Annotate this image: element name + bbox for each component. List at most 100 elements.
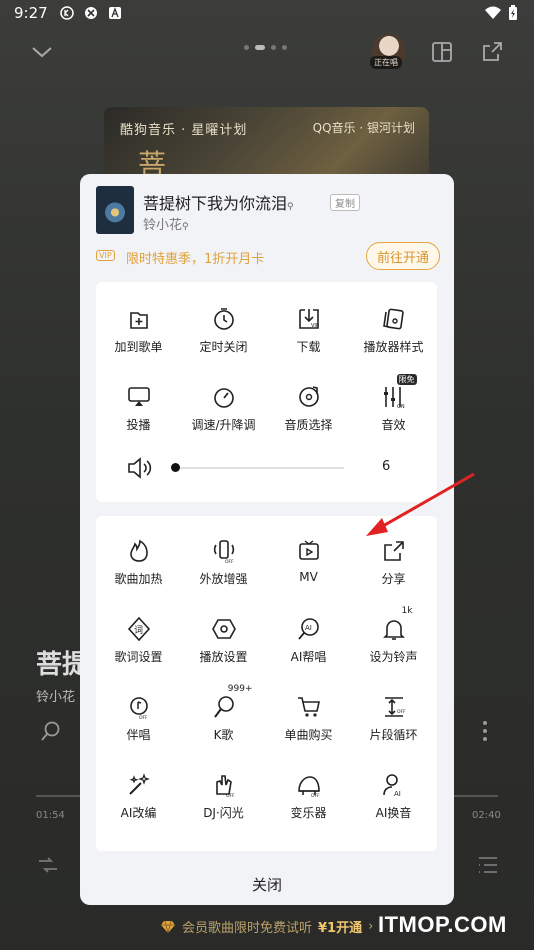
page-dot bbox=[271, 45, 276, 50]
primary-actions-grid: 加到歌单 定时关闭 VIP 下载 播放器样式投播 调速/升降调 音质选择 ON 限免音效 bbox=[96, 288, 436, 444]
player-style-icon bbox=[381, 306, 407, 332]
volume-icon[interactable] bbox=[126, 456, 152, 480]
item-label: DJ·闪光 bbox=[203, 806, 244, 820]
action-segment-loop[interactable]: OFF 片段循环 bbox=[351, 676, 436, 754]
heat-icon bbox=[126, 538, 152, 564]
a-icon bbox=[109, 7, 121, 19]
action-instrument[interactable]: OFF 变乐器 bbox=[266, 754, 351, 832]
action-speaker-boost[interactable]: OFF 外放增强 bbox=[181, 520, 266, 598]
singer-name[interactable]: 铃小花⚲ bbox=[143, 214, 189, 233]
speed-icon bbox=[211, 384, 237, 410]
svg-text:AI: AI bbox=[305, 624, 312, 632]
action-speed[interactable]: 调速/升降调 bbox=[181, 366, 266, 444]
copy-button[interactable]: 复制 bbox=[330, 194, 360, 211]
add-to-playlist-icon bbox=[126, 306, 152, 332]
item-label: AI帮唱 bbox=[290, 650, 327, 664]
playlist-icon[interactable] bbox=[476, 853, 500, 877]
cart-icon bbox=[296, 694, 322, 720]
action-play-settings[interactable]: 播放设置 bbox=[181, 598, 266, 676]
status-bar: 9:27 bbox=[0, 0, 534, 28]
action-accompany[interactable]: OFF 伴唱 bbox=[96, 676, 181, 754]
wifi-icon bbox=[485, 6, 501, 19]
item-label: K歌 bbox=[213, 728, 234, 742]
download-vip-icon: VIP bbox=[296, 306, 322, 332]
item-label: 片段循环 bbox=[369, 728, 418, 742]
item-label: AI换音 bbox=[375, 806, 412, 820]
action-heat[interactable]: 歌曲加热 bbox=[96, 520, 181, 598]
action-player-style[interactable]: 播放器样式 bbox=[351, 288, 436, 366]
item-label: 加到歌单 bbox=[114, 340, 163, 354]
vip-promo-text: 限时特惠季，1折开月卡 bbox=[126, 252, 265, 267]
status-time: 9:27 bbox=[14, 4, 48, 22]
dj-icon: OFF bbox=[211, 772, 237, 798]
ringtone-icon: 1k bbox=[381, 606, 413, 642]
close-button[interactable]: 关闭 bbox=[80, 864, 454, 904]
song-thumbnail bbox=[96, 186, 134, 234]
layout-icon[interactable] bbox=[430, 40, 454, 64]
title-search-icon: ⚲ bbox=[287, 202, 294, 212]
item-label: 外放增强 bbox=[199, 572, 248, 586]
action-ai-voice[interactable]: AI AI换音 bbox=[351, 754, 436, 832]
volume-slider-thumb[interactable] bbox=[171, 463, 180, 472]
cast-icon bbox=[126, 384, 152, 410]
instrument-icon: OFF bbox=[296, 772, 322, 798]
time-total: 02:40 bbox=[472, 810, 501, 821]
action-timer[interactable]: 定时关闭 bbox=[181, 288, 266, 366]
singer-search-icon: ⚲ bbox=[182, 222, 189, 232]
now-playing-label: 正在唱 bbox=[370, 56, 402, 69]
ai-remix-icon bbox=[126, 772, 152, 798]
action-cart[interactable]: 单曲购买 bbox=[266, 676, 351, 754]
svg-text:OFF: OFF bbox=[225, 559, 234, 564]
item-label: 播放设置 bbox=[199, 650, 248, 664]
action-download-vip[interactable]: VIP 下载 bbox=[266, 288, 351, 366]
k-app-icon bbox=[60, 6, 74, 20]
action-ringtone[interactable]: 1k 设为铃声 bbox=[351, 598, 436, 676]
item-label: 分享 bbox=[381, 572, 406, 586]
item-label: 播放器样式 bbox=[363, 340, 424, 354]
speaker-boost-icon: OFF bbox=[211, 538, 237, 564]
item-label: 变乐器 bbox=[290, 806, 327, 820]
item-badge: 999+ bbox=[227, 684, 253, 694]
item-label: 单曲购买 bbox=[284, 728, 333, 742]
action-ai-remix[interactable]: AI改编 bbox=[96, 754, 181, 832]
lyrics-settings-icon: 词 bbox=[126, 616, 152, 642]
action-add-to-playlist[interactable]: 加到歌单 bbox=[96, 288, 181, 366]
more-vertical-icon[interactable] bbox=[482, 720, 488, 742]
action-ai-sing[interactable]: AI AI帮唱 bbox=[266, 598, 351, 676]
ai-sing-icon: AI bbox=[296, 616, 322, 642]
mv-icon bbox=[296, 538, 322, 564]
item-label: 音质选择 bbox=[284, 418, 333, 432]
song-title[interactable]: 菩提树下我为你流泪⚲ bbox=[143, 190, 294, 214]
bottom-promo[interactable]: 会员歌曲限时免费试听 ¥1开通 › bbox=[160, 917, 373, 936]
time-current: 01:54 bbox=[36, 810, 65, 821]
action-karaoke[interactable]: 999+ K歌 bbox=[181, 676, 266, 754]
item-badge: 1k bbox=[401, 606, 413, 616]
shuffle-icon[interactable] bbox=[36, 853, 60, 877]
collapse-chevron-icon[interactable] bbox=[28, 38, 56, 66]
quality-icon bbox=[296, 384, 322, 410]
ai-voice-icon: AI bbox=[381, 772, 407, 798]
annotation-arrow bbox=[366, 472, 475, 536]
share-out-icon[interactable] bbox=[480, 40, 504, 64]
svg-text:词: 词 bbox=[134, 625, 143, 636]
battery-icon bbox=[509, 5, 517, 20]
vip-open-button[interactable]: 前往开通 bbox=[366, 242, 440, 270]
action-sound-effect[interactable]: ON 限免音效 bbox=[351, 366, 436, 444]
action-cast[interactable]: 投播 bbox=[96, 366, 181, 444]
promo-chevron: › bbox=[368, 919, 374, 934]
action-dj[interactable]: OFF DJ·闪光 bbox=[181, 754, 266, 832]
svg-text:OFF: OFF bbox=[139, 715, 148, 720]
segment-loop-icon: OFF bbox=[381, 694, 407, 720]
diamond-icon bbox=[161, 920, 175, 933]
sound-effect-icon: ON 限免 bbox=[381, 374, 417, 410]
volume-slider[interactable] bbox=[172, 467, 344, 469]
action-mv[interactable]: MV bbox=[266, 520, 351, 598]
action-quality[interactable]: 音质选择 bbox=[266, 366, 351, 444]
item-label: 音效 bbox=[381, 418, 406, 432]
action-lyrics-settings[interactable]: 词歌词设置 bbox=[96, 598, 181, 676]
search-icon[interactable] bbox=[40, 720, 62, 742]
item-label: 伴唱 bbox=[126, 728, 151, 742]
item-badge: 限免 bbox=[396, 374, 417, 385]
accompany-icon: OFF bbox=[126, 694, 152, 720]
song-header: 菩提树下我为你流泪⚲ 复制 铃小花⚲ bbox=[96, 186, 440, 236]
